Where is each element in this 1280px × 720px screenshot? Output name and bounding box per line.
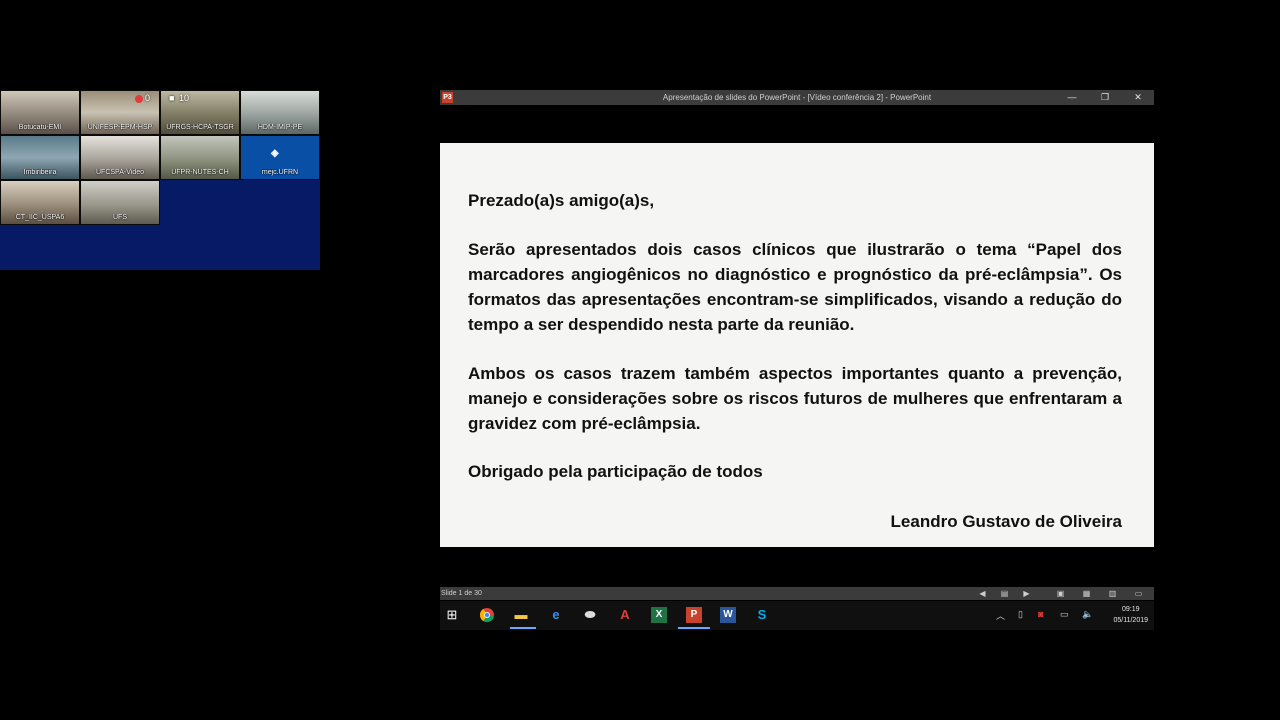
participant-tile[interactable]: Botucatu-EMI	[0, 90, 80, 135]
clock-date: 05/11/2019	[1113, 617, 1148, 624]
participant-tile[interactable]: UFS	[80, 180, 160, 225]
slide-paragraph-1: Serão apresentados dois casos clínicos q…	[468, 240, 1122, 334]
participant-label: UFPR-NUTES-CH	[171, 169, 229, 176]
slide-greeting: Prezado(a)s amigo(a)s,	[468, 191, 655, 210]
clock-time: 09:19	[1121, 606, 1140, 613]
next-icon[interactable]: ▶	[1022, 589, 1031, 598]
microphone-icon	[135, 95, 143, 103]
normal-view-icon[interactable]: ▣	[1056, 589, 1065, 598]
mic-count: 0	[145, 93, 151, 103]
minimize-button[interactable]: —	[1057, 90, 1087, 105]
participant-label: UFCSPA-Video	[96, 169, 144, 176]
participant-label: Botucatu-EMI	[18, 124, 62, 131]
cloud-app-icon[interactable]: ⬬	[582, 607, 598, 623]
reading-view-icon[interactable]: ▥	[1108, 589, 1117, 598]
participant-tile[interactable]: 0 UNIFESP-EPM-HSP	[80, 90, 160, 135]
participant-label: UNIFESP-EPM-HSP	[87, 124, 153, 131]
viewer-count: 10	[179, 93, 190, 103]
participant-label: HDM-IMIP-PE	[257, 124, 303, 131]
chrome-icon[interactable]	[479, 607, 495, 623]
acrobat-icon[interactable]: A	[617, 607, 633, 623]
status-bar: Slide 1 de 30 ◀ ▤ ▶ ▣ ▦ ▥ ▭	[440, 587, 1154, 600]
participant-label: CT_IIC_USPA6	[15, 214, 65, 221]
previous-icon[interactable]: ◀	[978, 589, 987, 598]
menu-icon[interactable]: ▤	[1000, 589, 1009, 598]
participant-tile[interactable]: UFPR-NUTES-CH	[160, 135, 240, 180]
slide-paragraph-3: Obrigado pela participação de todos	[468, 462, 763, 481]
slideshow-icon[interactable]: ▭	[1134, 589, 1143, 598]
slide-canvas[interactable]: Prezado(a)s amigo(a)s, Serão apresentado…	[440, 143, 1154, 547]
active-app-indicator	[678, 627, 710, 629]
window-titlebar: P3 Apresentação de slides do PowerPoint …	[440, 90, 1154, 105]
restore-button[interactable]: ❐	[1090, 90, 1120, 105]
volume-icon[interactable]: 🔈	[1082, 609, 1093, 620]
participant-tile[interactable]: UFCSPA-Video	[80, 135, 160, 180]
security-icon[interactable]: ◙	[1038, 609, 1043, 619]
taskbar-clock[interactable]: 09:19 05/11/2019	[1113, 604, 1148, 626]
participant-label: mejc.UFRN	[261, 169, 299, 176]
participant-tile[interactable]: ■ 10 UFRGS-HCPA-TSGR	[160, 90, 240, 135]
slide-signature: Leandro Gustavo de Oliveira	[890, 512, 1122, 531]
edge-icon[interactable]: e	[548, 607, 564, 623]
usb-icon[interactable]: ▯	[1018, 609, 1023, 620]
participant-label: UFRGS-HCPA-TSGR	[166, 124, 234, 131]
close-button[interactable]: ✕	[1123, 90, 1153, 105]
active-app-indicator	[510, 627, 536, 629]
participant-tile[interactable]: CT_IIC_USPA6	[0, 180, 80, 225]
powerpoint-taskbar-icon[interactable]: P	[686, 607, 702, 623]
participant-tile[interactable]: Imbiribeira	[0, 135, 80, 180]
chevron-up-icon[interactable]: ︿	[996, 609, 1005, 622]
video-conference-panel: Botucatu-EMI 0 UNIFESP-EPM-HSP ■ 10 UFRG…	[0, 90, 320, 270]
participant-tile[interactable]: HDM-IMIP-PE	[240, 90, 320, 135]
logo-icon: ◈	[271, 148, 279, 159]
windows-start-icon[interactable]: ⊞	[444, 607, 460, 623]
file-explorer-icon[interactable]: ▬	[513, 607, 529, 623]
battery-icon[interactable]: ▭	[1060, 609, 1069, 620]
slide-paragraph-2: Ambos os casos trazem também aspectos im…	[468, 364, 1122, 433]
participant-tile[interactable]: ◈ mejc.UFRN	[240, 135, 320, 180]
participant-label: UFS	[113, 214, 127, 221]
camera-icon: ■	[169, 93, 175, 103]
skype-icon[interactable]: S	[754, 607, 770, 623]
word-icon[interactable]: W	[720, 607, 736, 623]
excel-icon[interactable]: X	[651, 607, 667, 623]
slide-sorter-icon[interactable]: ▦	[1082, 589, 1091, 598]
window-title: Apresentação de slides do PowerPoint - […	[662, 93, 932, 102]
participant-label: Imbiribeira	[23, 169, 57, 176]
taskbar: ⊞ ▬ e ⬬ A X P W S ︿ ▯ ◙ ▭ 🔈 09:19 05/11/…	[440, 601, 1154, 630]
slide-indicator: Slide 1 de 30	[441, 590, 482, 597]
